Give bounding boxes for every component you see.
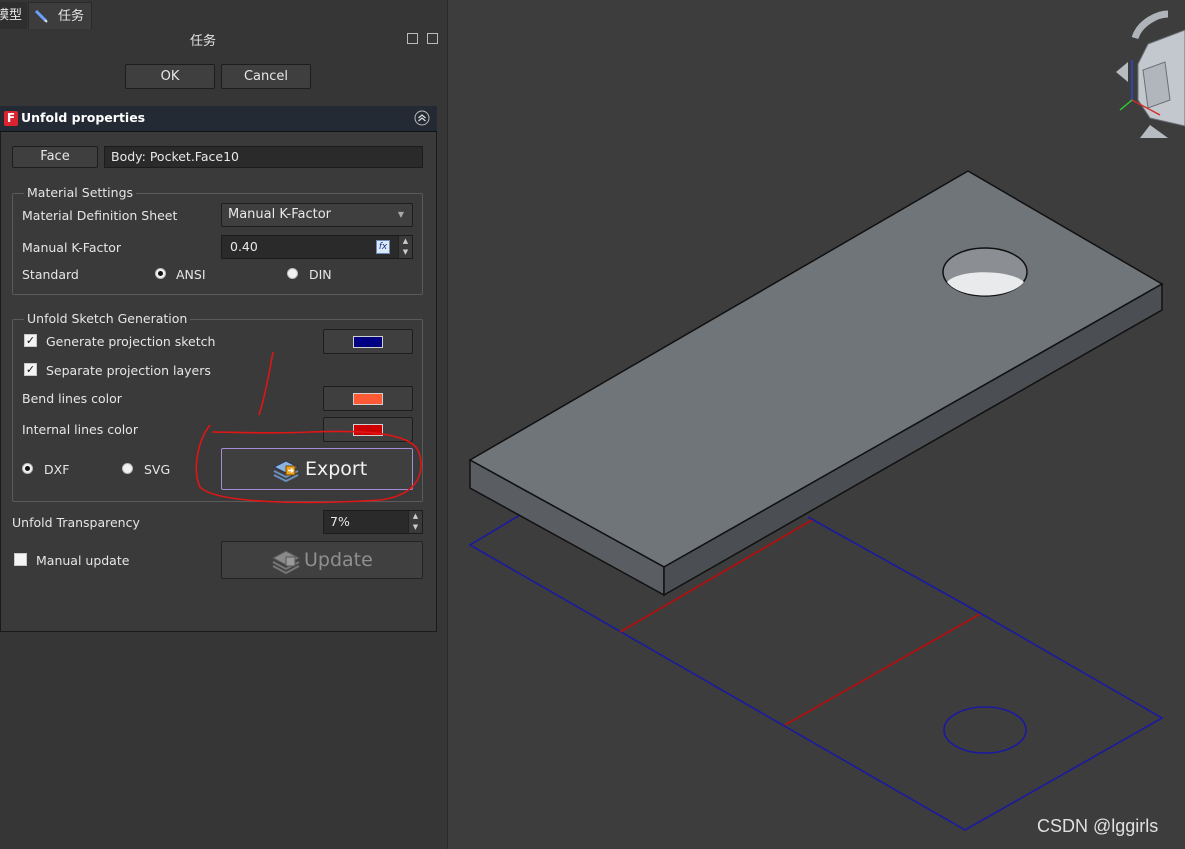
nav-arrow-left-icon[interactable]	[1116, 62, 1128, 82]
spin-up-icon[interactable]: ▲	[409, 511, 422, 522]
close-panel-icon[interactable]	[427, 33, 438, 44]
task-pane: 模型 任务 任务 OK Cancel F Unfold properties F…	[0, 0, 448, 849]
projection-outline	[468, 514, 1164, 831]
transparency-spinner[interactable]: ▲ ▼	[408, 511, 422, 533]
projection-hole	[943, 706, 1027, 754]
nav-cube-face[interactable]	[1142, 61, 1171, 109]
face-button[interactable]: Face	[12, 146, 98, 168]
spin-down-icon[interactable]: ▼	[399, 247, 412, 258]
kfactor-value: 0.40	[230, 239, 258, 254]
generate-projection-label: Generate projection sketch	[46, 334, 216, 349]
freecad-logo-icon: F	[4, 111, 18, 126]
bend-line	[784, 613, 981, 726]
cancel-button[interactable]: Cancel	[221, 64, 311, 89]
update-button[interactable]: Update	[221, 541, 423, 579]
3d-viewport[interactable]: CSDN @lggirls	[448, 0, 1185, 849]
kfactor-spinner[interactable]: ▲ ▼	[398, 236, 412, 258]
pencil-icon	[34, 9, 48, 23]
internal-color-label: Internal lines color	[22, 422, 138, 437]
separate-layers-checkbox[interactable]: ✓	[24, 363, 37, 376]
format-dxf-label: DXF	[44, 462, 70, 477]
standard-din-label: DIN	[309, 267, 332, 282]
panel-title-bar: 任务	[0, 29, 438, 49]
axis-y	[1119, 99, 1133, 111]
generate-projection-checkbox[interactable]: ✓	[24, 334, 37, 347]
bend-color-swatch	[353, 393, 383, 405]
standard-din-radio[interactable]	[287, 268, 298, 279]
projection-color-button[interactable]	[323, 329, 413, 354]
tab-tasks-label: 任务	[58, 9, 85, 24]
rotate-left-icon[interactable]	[1131, 10, 1169, 40]
material-definition-value: Manual K-Factor	[228, 207, 332, 222]
tab-model-label: 模型	[0, 8, 23, 23]
kfactor-input[interactable]: 0.40 fx ▲ ▼	[221, 235, 413, 259]
nav-arrow-down-icon[interactable]	[1140, 125, 1168, 138]
material-definition-dropdown[interactable]: Manual K-Factor ▼	[221, 203, 413, 227]
ok-button[interactable]: OK	[125, 64, 215, 89]
manual-update-label: Manual update	[36, 553, 130, 568]
transparency-input[interactable]: 7% ▲ ▼	[323, 510, 423, 534]
format-dxf-radio[interactable]	[22, 463, 33, 474]
navigation-cube[interactable]	[1116, 10, 1185, 138]
panel-title: 任务	[190, 34, 217, 49]
internal-color-swatch	[353, 424, 383, 436]
watermark: CSDN @lggirls	[1037, 816, 1159, 836]
expression-fx-icon[interactable]: fx	[376, 240, 390, 254]
viewport-canvas	[468, 10, 1185, 831]
export-icon	[272, 460, 300, 483]
tab-model[interactable]: 模型	[0, 2, 27, 29]
bend-color-button[interactable]	[323, 386, 413, 411]
sheet-metal-plate	[468, 170, 1164, 597]
standard-label: Standard	[22, 267, 79, 282]
internal-color-button[interactable]	[323, 417, 413, 442]
material-settings-legend: Material Settings	[24, 185, 137, 200]
face-field[interactable]: Body: Pocket.Face10	[104, 146, 423, 168]
chevron-down-icon: ▼	[397, 210, 404, 219]
float-icon[interactable]	[407, 33, 418, 44]
unfold-projection-sketch	[468, 514, 1164, 831]
update-label: Update	[304, 549, 373, 571]
unfold-panel-title: Unfold properties	[21, 110, 146, 125]
transparency-value: 7%	[330, 514, 350, 529]
unfold-panel-header[interactable]: F Unfold properties	[0, 106, 437, 132]
manual-update-checkbox[interactable]	[14, 553, 27, 566]
sketch-generation-legend: Unfold Sketch Generation	[24, 311, 191, 326]
format-svg-label: SVG	[144, 462, 171, 477]
separate-layers-label: Separate projection layers	[46, 363, 211, 378]
spin-up-icon[interactable]: ▲	[399, 236, 412, 247]
update-icon	[271, 550, 301, 575]
export-label: Export	[305, 458, 368, 480]
spin-down-icon[interactable]: ▼	[409, 522, 422, 533]
standard-ansi-radio[interactable]	[155, 268, 166, 279]
collapse-icon[interactable]	[414, 110, 430, 126]
tab-tasks[interactable]: 任务	[28, 2, 92, 29]
export-button[interactable]: Export	[221, 448, 413, 490]
projection-color-swatch	[353, 336, 383, 348]
standard-ansi-label: ANSI	[176, 267, 206, 282]
material-definition-label: Material Definition Sheet	[22, 208, 178, 223]
format-svg-radio[interactable]	[122, 463, 133, 474]
kfactor-label: Manual K-Factor	[22, 240, 122, 255]
bend-color-label: Bend lines color	[22, 391, 122, 406]
transparency-label: Unfold Transparency	[12, 515, 140, 530]
